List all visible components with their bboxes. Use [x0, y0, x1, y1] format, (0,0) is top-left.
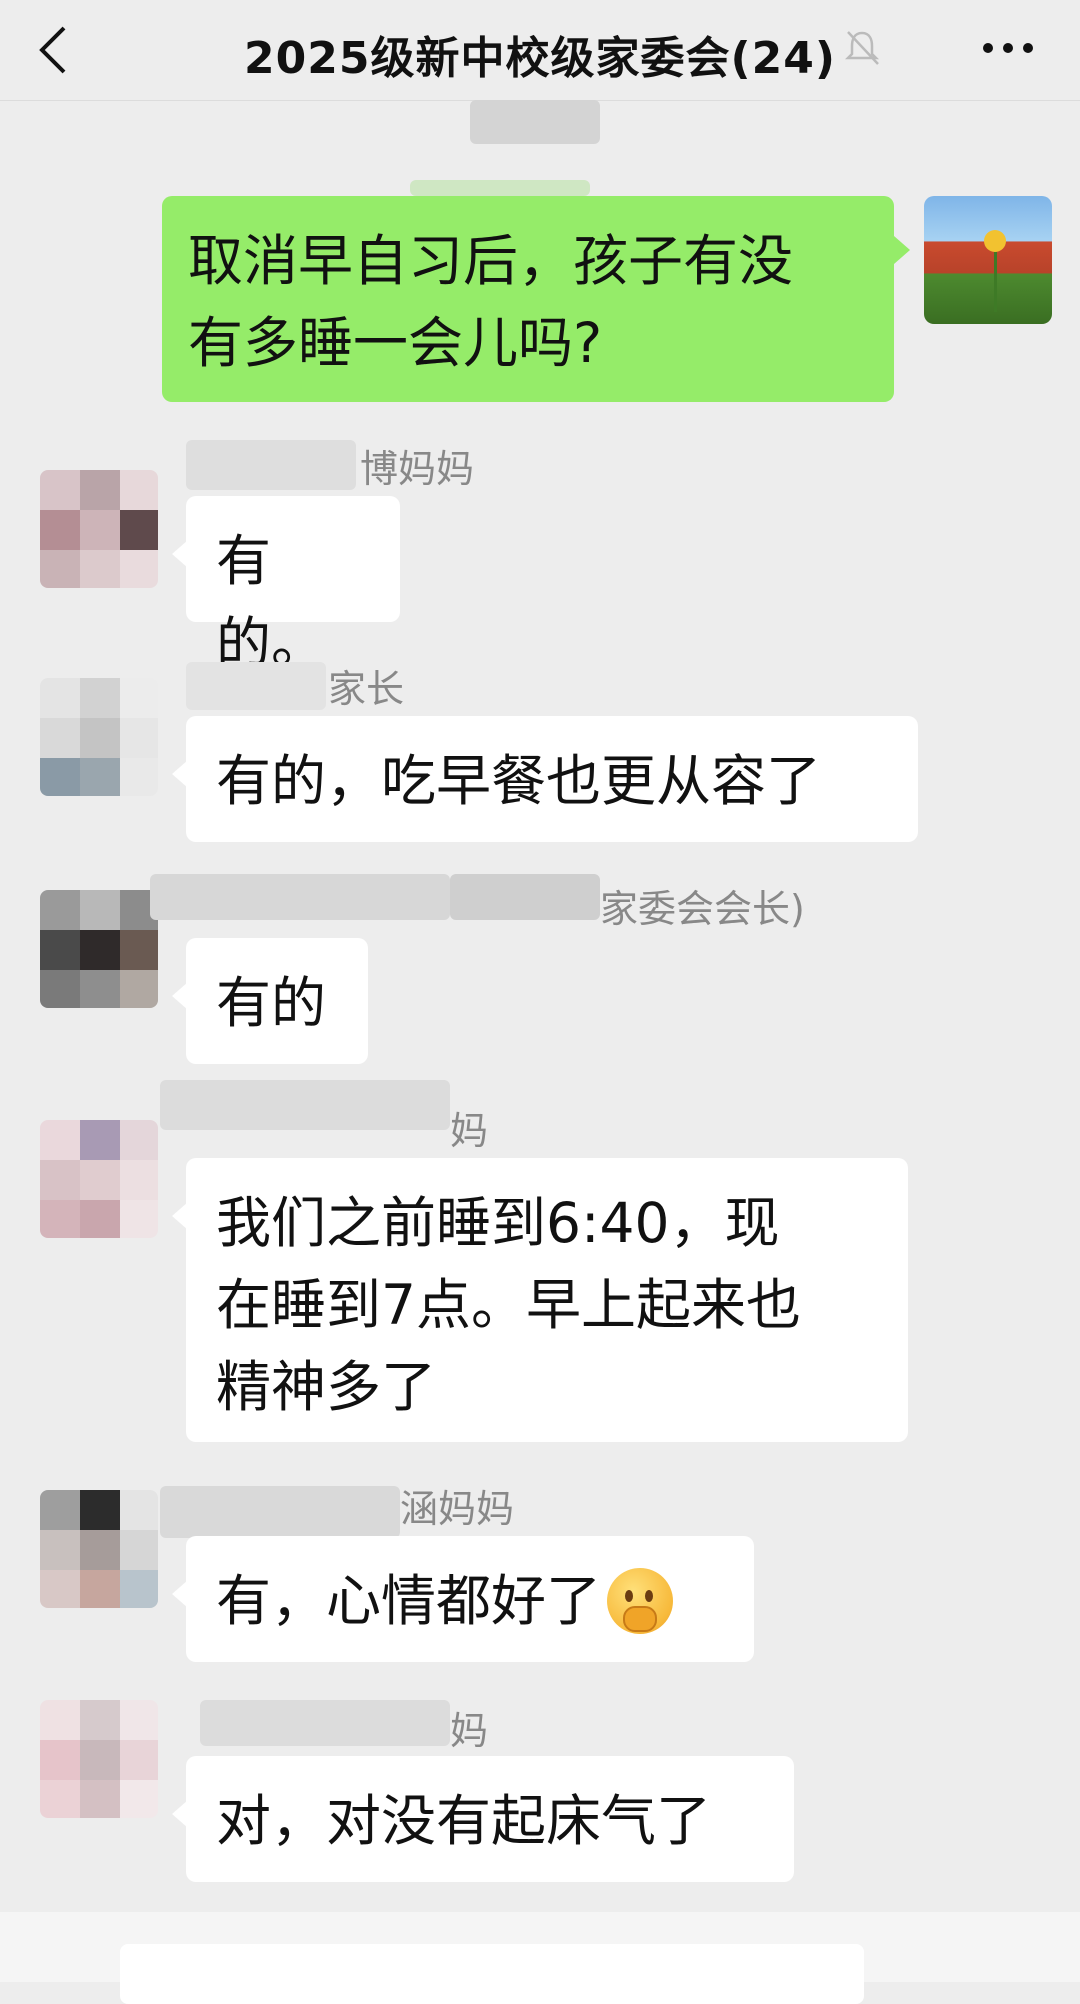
- blurred-text: [470, 100, 600, 144]
- blurred-name: [450, 874, 600, 920]
- sender-name: 妈: [450, 1709, 489, 1753]
- message-bubble[interactable]: 我们之前睡到6:40，现 在睡到7点。早上起来也 精神多了: [172, 1158, 908, 1442]
- message-text: 有的，吃早餐也更从容了: [216, 749, 822, 813]
- blurred-name: [150, 874, 450, 920]
- message-bubble[interactable]: 有的，吃早餐也更从容了: [172, 716, 918, 842]
- message-text-line: 在睡到7点。早上起来也: [216, 1273, 801, 1337]
- message-bubble[interactable]: 有的: [172, 938, 368, 1064]
- sender-name: 家长: [328, 667, 405, 711]
- blurred-text: [410, 180, 590, 196]
- message-text-line: 我们之前睡到6:40，现: [216, 1191, 780, 1255]
- avatar[interactable]: [40, 470, 158, 588]
- bell-muted-icon: [844, 31, 880, 65]
- sender-name: 妈: [450, 1109, 489, 1153]
- message-bubble[interactable]: 对，对没有起床气了: [172, 1756, 794, 1882]
- message-input[interactable]: [120, 1944, 864, 2004]
- message-text-line: 取消早自习后，孩子有没: [188, 229, 794, 293]
- avatar[interactable]: [40, 890, 158, 1008]
- message-text: 有，心情都好了: [216, 1569, 602, 1633]
- message-text: 对，对没有起床气了: [216, 1789, 712, 1853]
- self-avatar[interactable]: [924, 196, 1052, 324]
- avatar[interactable]: [40, 678, 158, 796]
- sender-name: 家委会会长): [600, 887, 805, 931]
- message-bubble[interactable]: 有的。: [172, 496, 400, 675]
- self-message-bubble[interactable]: 取消早自习后，孩子有没 有多睡一会儿吗?: [162, 196, 910, 402]
- more-dots-icon[interactable]: [980, 38, 1036, 58]
- message-bubble[interactable]: 有，心情都好了: [172, 1536, 754, 1662]
- message-text-line: 精神多了: [216, 1355, 437, 1419]
- message-text: 有的。: [216, 529, 327, 675]
- avatar[interactable]: [40, 1120, 158, 1238]
- blurred-name: [200, 1700, 450, 1746]
- blurred-name: [186, 440, 356, 490]
- chat-header: 2025级新中校级家委会(24): [0, 0, 1080, 101]
- avatar[interactable]: [40, 1490, 158, 1608]
- chat-title: 2025级新中校级家委会(24): [244, 33, 836, 84]
- blurred-name: [186, 662, 326, 710]
- blurred-name: [160, 1486, 400, 1538]
- message-text-line: 有多睡一会儿吗?: [188, 311, 603, 375]
- message-text: 有的: [216, 971, 327, 1035]
- sender-name: 博妈妈: [360, 447, 475, 491]
- thinking-face-hand-emoji: [607, 1567, 674, 1634]
- sender-name: 涵妈妈: [400, 1487, 515, 1531]
- avatar[interactable]: [40, 1700, 158, 1818]
- blurred-name: [160, 1080, 450, 1130]
